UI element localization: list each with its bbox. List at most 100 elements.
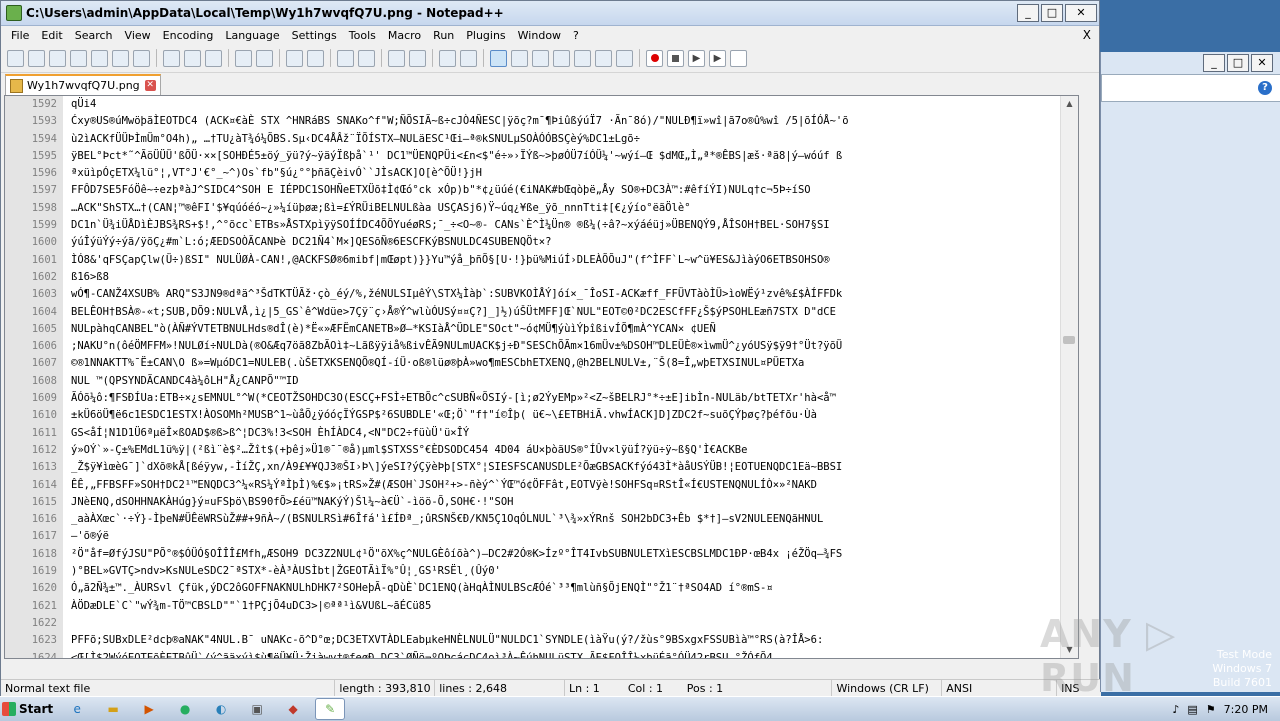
editor-line[interactable]: 1607 ©®1NNAKTT%¯Ë±CAN\O ß»=WµóDC1=NULEB(.… [5,355,1078,373]
edge-icon[interactable]: ◐ [207,699,235,719]
editor-line[interactable]: 1601 ÌÓ8&'qFSÇapÇlw(Ü÷)ßSI" NULÜØÀ-CAN!,@… [5,251,1078,269]
editor-line[interactable]: 1598 …ACK"ShSTX…†(CAN¦™®êFI'$¥qúóéó~¿»¼íü… [5,199,1078,218]
shield-app-icon[interactable]: ◆ [279,699,307,719]
editor-line[interactable]: 1615 JNèENQ,dSOHHNAKÀHúg}ý¤uFSþö\BS90fÕ>£… [5,493,1078,512]
editor-line[interactable]: 1621 ÀÖDæDLE`C`"wÝ¾m-TÖ™CBSLD""`1†PÇjÕ4uD… [5,597,1078,615]
menu-search[interactable]: Search [69,29,119,42]
menu-settings[interactable]: Settings [286,29,343,42]
title-bar[interactable]: C:\Users\admin\AppData\Local\Temp\Wy1h7w… [1,1,1099,26]
save-all-icon[interactable] [70,49,87,67]
scroll-up-icon[interactable]: ▲ [1061,96,1078,112]
menu-plugins[interactable]: Plugins [460,29,511,42]
undo-icon[interactable] [235,49,252,67]
record-macro-icon[interactable] [646,49,663,67]
editor-line[interactable]: 1602 ß16>ß8 [5,268,1078,287]
vertical-scrollbar[interactable]: ▲ ▼ [1060,96,1078,658]
editor-line[interactable]: 1623 PFFõ;SUBxDLE²dcþ®aNAK"4NUL.B¯ uNAKc-… [5,632,1078,650]
word-wrap-icon[interactable] [439,49,456,67]
menu-run[interactable]: Run [427,29,460,42]
copy-icon[interactable] [184,49,201,67]
menu-view[interactable]: View [119,29,157,42]
replace-icon[interactable] [307,49,324,67]
cut-icon[interactable] [163,49,180,67]
bg-minimize-button[interactable]: _ [1203,54,1225,72]
zoom-in-icon[interactable] [337,49,354,67]
background-window[interactable]: _ □ ✕ ? [1100,52,1280,692]
zoom-out-icon[interactable] [358,49,375,67]
text-editor[interactable]: 1592 qÜi4 1593 Ćxy®US®úMwöþãÌEOTDC4 (ACK¤€à… [4,95,1079,659]
print-icon[interactable] [133,49,150,67]
editor-line[interactable]: 1600 ýúÎýüÝý÷ýã/ÿõÇ¿#m`L:ó;ÆEDSOÒÃCANÞè D… [5,234,1078,252]
internet-explorer-icon[interactable]: e [63,699,91,719]
close-file-icon[interactable] [91,49,108,67]
editor-line[interactable]: 1614 ÊÊ,„FFBSFF»SOH†DC2¹™ENQDC3^¼«RS¼ÝªÌþ… [5,476,1078,494]
function-list-icon[interactable] [553,49,570,67]
editor-line[interactable]: 1610 ±kÜ6öÜ¶ë6c1ESDC1ESTX!ÀOSOMh²MUSB^1~ù… [5,407,1078,425]
close-document-x[interactable]: X [1083,28,1091,42]
find-icon[interactable] [286,49,303,67]
help-icon[interactable]: ? [1258,81,1272,95]
editor-line[interactable]: 1609 ÃÓõ¼ô:¶FSÐÍUa:ETB÷×¿sEMNUL°^W(*CEOTŽ… [5,390,1078,408]
editor-line[interactable]: 1616 _aàÀXœc`·÷Ý}-ÌþeN#ÜÊëWRSùŽ##+9ñÀ~/(B… [5,511,1078,529]
menu-window[interactable]: Window [512,29,567,42]
new-file-icon[interactable] [7,49,24,67]
play-macro-icon[interactable]: ▶ [688,49,705,67]
play-multiple-icon[interactable]: ▶ [709,49,726,67]
bg-maximize-button[interactable]: □ [1227,54,1249,72]
editor-line[interactable]: 1596 ªxüìpÓçETX¼lü°¦,VT°J'€°_~^)Os`fb"§ú¿… [5,165,1078,183]
speaker-icon[interactable]: ♪ [1172,703,1179,716]
doc-map-icon[interactable] [532,49,549,67]
close-button[interactable]: ✕ [1065,4,1097,22]
editor-line[interactable]: 1608 NUL ™(QPSYNDÃCANDC4à¼ôLH"Å¿CANPÕ"™ID [5,372,1078,391]
clock[interactable]: 7:20 PM [1224,703,1268,716]
editor-line[interactable]: 1619)°BEL»GVTÇ>ndv>KsNULeSDC2¯ªSTX*-èÀ³À… [5,563,1078,581]
save-macro-icon[interactable] [730,49,747,67]
close-all-icon[interactable] [112,49,129,67]
notepadpp-taskbar-icon[interactable]: ✎ [315,698,346,720]
editor-line[interactable]: 1604 BELÊOH†BSÀ®-«t;SUB‚DÕ9:NULVÅ,ì¿|5_GS… [5,303,1078,321]
explorer-folder-icon[interactable]: ▬ [99,699,127,719]
editor-line[interactable]: 1605 NULpàhqCANBEL"ò(ÀÑ#ÝVTETBNULHds®dÎ(è… [5,320,1078,339]
sync-vertical-icon[interactable] [388,49,405,67]
editor-line[interactable]: 1597 FFÔD7SE5FóÖê~÷ezþªàJ^SIDC4^SOH E IÉP… [5,182,1078,200]
menu-tools[interactable]: Tools [343,29,382,42]
save-icon[interactable] [49,49,66,67]
editor-line[interactable]: 1593 Ćxy®US®úMwöþãÌEOTDC4 (ACK¤€àÈ STX ^H… [5,113,1078,131]
sync-horizontal-icon[interactable] [409,49,426,67]
minimize-button[interactable]: _ [1017,4,1039,22]
editor-line[interactable]: 1624 <Œ[Ì$2WýóEOTEõÈETBûÜ`/ý^ãäxýì$ù¶ëÜ¥Ü… [5,649,1078,658]
maximize-button[interactable]: □ [1041,4,1063,22]
tab-file[interactable]: Wy1h7wvqfQ7U.png ✕ [5,74,161,95]
media-player-icon[interactable]: ▶ [135,699,163,719]
editor-line[interactable]: 1617 –'õ®ýë [5,528,1078,546]
editor-line[interactable]: 1618 ²Ö"åf=ØfýJSU"PÕ°®$ÓÜÓ§OÎÎÎ£Mfh„ÆSOH9… [5,545,1078,564]
editor-line[interactable]: 1599 DC1n`Ü¾iÜÅDìÈJBS¾RS+$!,^°õcc`ETBs»ÅS… [5,217,1078,235]
editor-line[interactable]: 1612 ý»OÝ`»-Ç±%EMdL1ü%ÿ|(²ßì¨è$²…Žît$(+þê… [5,441,1078,460]
show-all-chars-icon[interactable] [460,49,477,67]
menu-file[interactable]: File [5,29,35,42]
menu-edit[interactable]: Edit [35,29,68,42]
editor-line[interactable]: 1611 GS<åÍ¦N1D1Ü6ªµëÎ×ßOAD$®ß>ß^¦DC3%!3<S… [5,424,1078,442]
bg-close-button[interactable]: ✕ [1251,54,1273,72]
indent-guide-icon[interactable] [490,49,507,67]
editor-line[interactable]: 1613 _Ž$ÿ¥ìœèG¯]`dXõ®kÅ[ßéÿyw,-ÌíŽÇ,xn/À9… [5,459,1078,477]
redo-icon[interactable] [256,49,273,67]
network-icon[interactable]: ▤ [1187,703,1197,716]
editor-line[interactable]: 1606 ;NAKU°n(ôéÖMFFM»!NULØí÷NULDà(®O&Æq7ö… [5,338,1078,356]
editor-line[interactable]: 1603 wÓ¶-CANŽ4XSUB% ARQ"S3JN9®dªä^³ŠdTKTÜ… [5,286,1078,304]
flag-icon[interactable]: ⚑ [1206,703,1216,716]
start-button[interactable]: Start [0,699,59,719]
scroll-thumb[interactable] [1063,336,1075,344]
user-language-icon[interactable] [511,49,528,67]
folder-workspace-icon[interactable] [574,49,591,67]
chrome-icon[interactable]: ● [171,699,199,719]
menu-language[interactable]: Language [219,29,285,42]
editor-line[interactable]: 1622 [5,614,1078,633]
paste-icon[interactable] [205,49,222,67]
stop-macro-icon[interactable] [667,49,684,67]
editor-line[interactable]: 1620 Ó„ã2Ñ¾±™._ÀURSvl Çfük,ýDC2ôGOFFNAKNU… [5,580,1078,598]
editor-line[interactable]: 1595 ÿBEL°Þct*˜^ÃöÜÜÜ'ßÕÜ·××[SOHÐÉ5±öý_ÿü… [5,147,1078,166]
tab-close-icon[interactable]: ✕ [144,80,156,91]
app-icon[interactable]: ▣ [243,699,271,719]
editor-line[interactable]: 1594 ù2ìACKfÜÜÞÌmÜm°O4h)„ …†TU¿àT¾ó¼ÕBS.S… [5,130,1078,148]
